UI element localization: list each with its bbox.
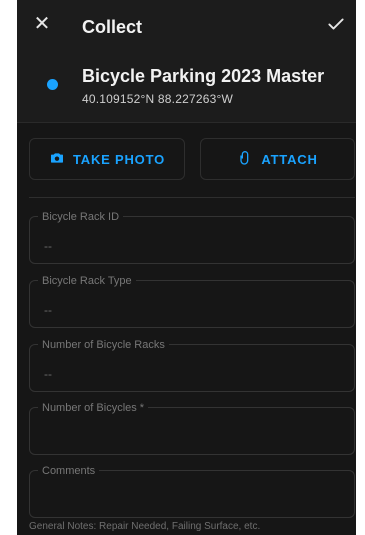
layer-name: Bicycle Parking 2023 Master <box>82 66 325 86</box>
attach-button[interactable]: ATTACH <box>200 138 355 180</box>
bicycle-rack-id-field[interactable]: Bicycle Rack ID -- <box>29 210 355 264</box>
field-label: Bicycle Rack Type <box>38 274 136 288</box>
paperclip-icon <box>237 150 253 169</box>
field-label: Comments <box>38 464 100 478</box>
take-photo-label: TAKE PHOTO <box>72 151 166 167</box>
number-of-bicycles-field[interactable]: Number of Bicycles * <box>29 401 355 455</box>
field-value: -- <box>44 303 52 317</box>
close-icon[interactable]: ✕ <box>32 14 52 34</box>
field-label: Bicycle Rack ID <box>38 210 124 224</box>
comments-helper-text: General Notes: Repair Needed, Failing Su… <box>29 521 261 532</box>
attach-label: ATTACH <box>261 151 318 167</box>
collect-screen: ✕ Collect Bicycle Parking 2023 Master 40… <box>17 0 356 535</box>
field-label: Number of Bicycle Racks <box>38 338 169 352</box>
header-divider <box>17 122 356 123</box>
page-title: Collect <box>82 17 143 37</box>
layer-color-dot <box>47 79 58 90</box>
check-icon[interactable] <box>326 14 346 34</box>
number-of-bicycle-racks-field[interactable]: Number of Bicycle Racks -- <box>29 338 355 392</box>
bicycle-rack-type-field[interactable]: Bicycle Rack Type -- <box>29 274 355 328</box>
header: ✕ Collect Bicycle Parking 2023 Master 40… <box>17 0 356 122</box>
section-divider <box>29 197 355 198</box>
take-photo-button[interactable]: TAKE PHOTO <box>29 138 185 180</box>
field-value: -- <box>44 239 52 253</box>
camera-icon <box>49 150 65 169</box>
field-label: Number of Bicycles * <box>38 401 149 415</box>
coordinates: 40.109152°N 88.227263°W <box>82 92 233 106</box>
comments-field[interactable]: Comments <box>29 464 355 518</box>
field-value: -- <box>44 367 52 381</box>
